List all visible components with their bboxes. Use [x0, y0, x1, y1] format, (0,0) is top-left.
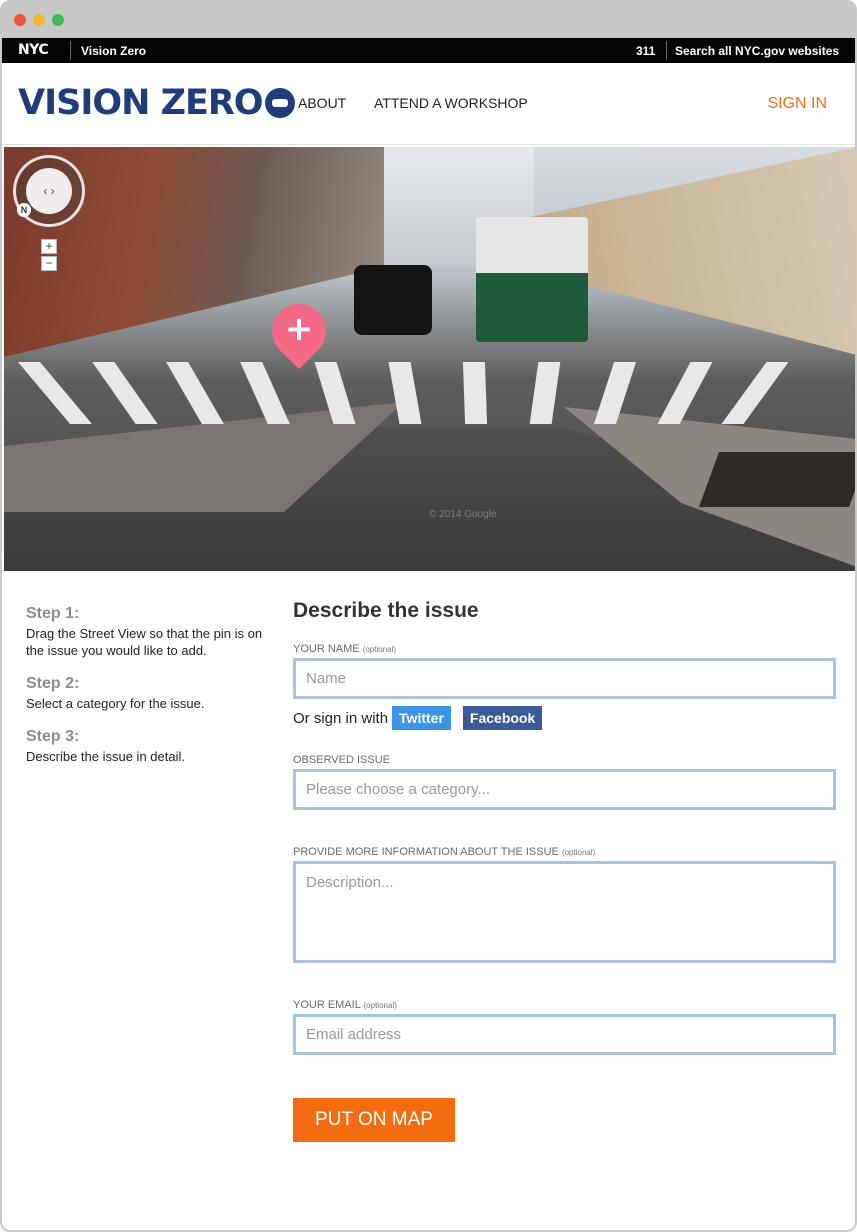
form-title: Describe the issue: [293, 599, 479, 622]
step-2: Step 2: Select a category for the issue.: [26, 675, 276, 712]
step-text: Drag the Street View so that the pin is …: [26, 626, 263, 658]
street-view-pan-control[interactable]: ‹ › N: [13, 155, 85, 227]
crosswalk-stripe: [462, 362, 488, 424]
category-placeholder: Please choose a category...: [306, 781, 490, 798]
site-name-link[interactable]: Vision Zero: [81, 44, 146, 58]
step-title: Step 3:: [26, 728, 80, 745]
crosswalk-stripe: [17, 362, 93, 424]
vision-zero-logo[interactable]: VISION ZERO: [18, 83, 295, 123]
name-label: YOUR NAME (optional): [293, 643, 837, 655]
social-signin-row: Or sign in with Twitter Facebook: [293, 706, 837, 730]
zoom-in-button[interactable]: +: [41, 239, 57, 254]
step-title: Step 2:: [26, 675, 80, 692]
step-text: Describe the issue in detail.: [26, 749, 185, 764]
crosswalk-stripe: [657, 362, 713, 424]
crosswalk-stripe: [240, 362, 290, 424]
email-label: YOUR EMAIL (optional): [293, 999, 837, 1011]
name-input[interactable]: Name: [293, 658, 836, 699]
car-icon: [264, 88, 295, 118]
facebook-signin-button[interactable]: Facebook: [462, 706, 543, 730]
crosswalk-stripe: [529, 362, 561, 424]
description-textarea[interactable]: Description...: [293, 861, 836, 963]
minimize-window-button[interactable]: [33, 14, 45, 26]
logo-text: VISION ZERO: [18, 83, 264, 123]
step-title: Step 1:: [26, 605, 80, 622]
instructions-panel: Step 1: Drag the Street View so that the…: [26, 605, 276, 781]
crosswalk-stripe: [92, 362, 158, 424]
close-window-button[interactable]: [14, 14, 26, 26]
sidewalk-grate: [698, 452, 855, 507]
browser-window: NYC Vision Zero 311 Search all NYC.gov w…: [0, 0, 857, 1232]
sign-in-link[interactable]: SIGN IN: [767, 95, 827, 113]
truck: [476, 217, 588, 342]
description-placeholder: Description...: [306, 874, 394, 891]
name-placeholder: Name: [306, 670, 347, 687]
divider: [666, 41, 667, 60]
step-1: Step 1: Drag the Street View so that the…: [26, 605, 276, 659]
step-text: Select a category for the issue.: [26, 696, 205, 711]
nav-about[interactable]: ABOUT: [298, 95, 346, 111]
car: [354, 265, 432, 335]
optional-hint: (optional): [362, 645, 397, 654]
crosswalk-stripe: [388, 362, 422, 424]
crosswalk-stripe: [593, 362, 637, 424]
311-link[interactable]: 311: [636, 44, 655, 58]
zoom-out-button[interactable]: −: [41, 256, 57, 271]
plus-icon: +: [284, 309, 314, 349]
crosswalk-stripe: [166, 362, 224, 424]
crosswalk-stripe: [721, 362, 789, 424]
category-select[interactable]: Please choose a category...: [293, 769, 836, 810]
nyc-logo[interactable]: NYC: [18, 42, 49, 58]
map-watermark: © 2014 Google: [429, 509, 497, 520]
nyc-global-bar: NYC Vision Zero 311 Search all NYC.gov w…: [2, 38, 855, 63]
issue-form: Describe the issue YOUR NAME (optional) …: [293, 599, 837, 1142]
pan-arrows-icon[interactable]: ‹ ›: [26, 168, 72, 214]
email-placeholder: Email address: [306, 1026, 402, 1043]
info-label-text: PROVIDE MORE INFORMATION ABOUT THE ISSUE: [293, 846, 559, 858]
divider: [70, 41, 71, 60]
issue-label: OBSERVED ISSUE: [293, 754, 390, 766]
name-label-text: YOUR NAME: [293, 643, 360, 655]
crosswalk: [17, 362, 789, 427]
optional-hint: (optional): [561, 848, 596, 857]
window-titlebar: [2, 2, 855, 38]
maximize-window-button[interactable]: [52, 14, 64, 26]
nav-attend-workshop[interactable]: ATTEND A WORKSHOP: [374, 95, 528, 111]
step-3: Step 3: Describe the issue in detail.: [26, 728, 276, 765]
site-header: VISION ZERO ABOUT ATTEND A WORKSHOP SIGN…: [2, 63, 855, 145]
signin-with-text: Or sign in with: [293, 709, 389, 727]
search-nyc-link[interactable]: Search all NYC.gov websites: [675, 44, 839, 58]
crosswalk-stripe: [314, 362, 356, 424]
put-on-map-button[interactable]: PUT ON MAP: [293, 1098, 455, 1142]
optional-hint: (optional): [363, 1001, 397, 1010]
email-label-text: YOUR EMAIL: [293, 999, 361, 1011]
info-label: PROVIDE MORE INFORMATION ABOUT THE ISSUE…: [293, 846, 837, 858]
twitter-signin-button[interactable]: Twitter: [392, 706, 451, 730]
street-view-panorama[interactable]: ‹ › N + − + © 2014 Google: [4, 147, 855, 571]
compass-icon[interactable]: N: [17, 203, 31, 217]
email-input[interactable]: Email address: [293, 1014, 836, 1055]
